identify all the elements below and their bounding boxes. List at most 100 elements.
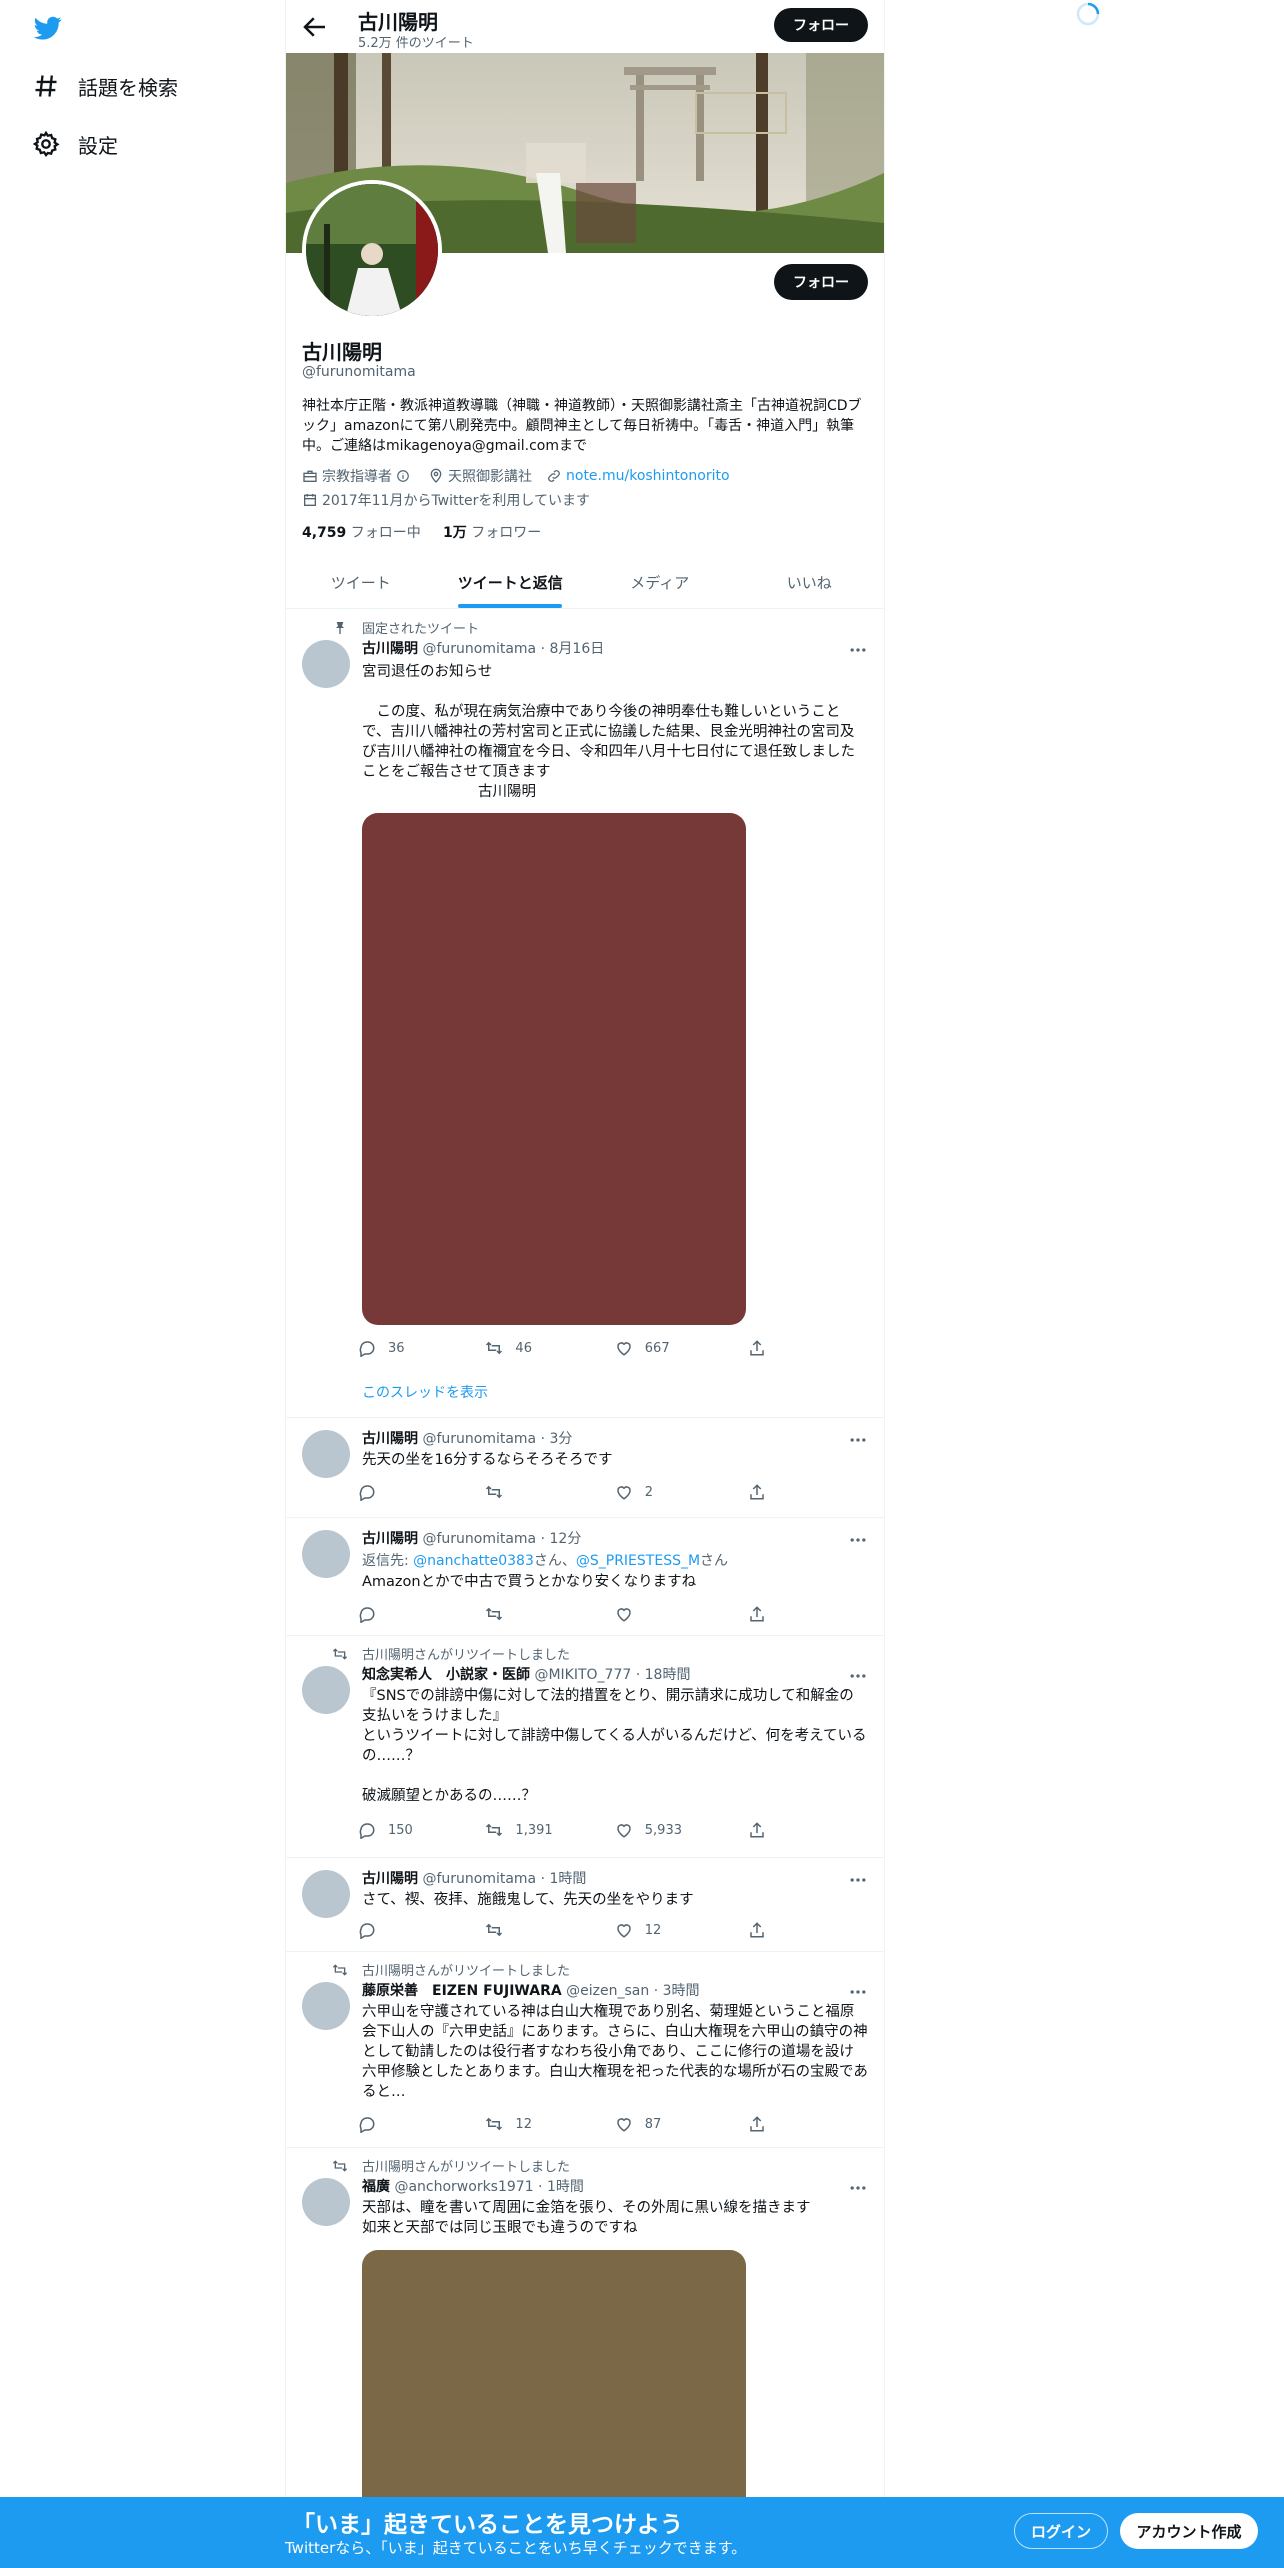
following-link[interactable]: 4,759 フォロー中 [302,525,421,541]
tweet-author-name[interactable]: 古川陽明 [362,641,418,657]
reply-button[interactable] [358,1604,485,1624]
share-icon [750,1340,764,1356]
signup-button[interactable]: アカウント作成 [1120,2513,1258,2549]
tweet-author-handle[interactable]: @anchorworks1971 [394,2179,533,2195]
tweet-context[interactable]: 古川陽明さんがリツイートしました [362,1644,570,1663]
profile-avatar[interactable] [302,180,442,320]
tweet-author-handle[interactable]: @furunomitama [422,641,536,657]
tweet-author-name[interactable]: 藤原栄善 EIZEN FUJIWARA [362,1983,562,1999]
tab-media[interactable]: メディア [585,556,735,608]
avatar[interactable] [302,1430,350,1478]
loading-spinner-icon [1076,2,1100,26]
tweet-author-name[interactable]: 福廣 [362,2179,390,2195]
profile-url[interactable]: note.mu/koshintonorito [546,468,730,484]
more-icon[interactable] [848,1870,868,1890]
tweet-context[interactable]: 古川陽明さんがリツイートしました [362,2156,570,2175]
retweet-button[interactable]: 12 [485,2114,614,2134]
reply-mention-link[interactable]: @nanchatte0383 [413,1553,534,1569]
tweet-author-name[interactable]: 古川陽明 [362,1871,418,1887]
tweet-author-handle[interactable]: @furunomitama [422,1871,536,1887]
avatar[interactable] [302,2178,350,2226]
tweet-time[interactable]: 8月16日 [550,641,605,657]
tweet-context[interactable]: 古川陽明さんがリツイートしました [362,1960,570,1979]
tweet-author-name[interactable]: 知念実希人 小説家・医師 [362,1667,530,1683]
retweet-button[interactable]: 46 [485,1338,614,1358]
signup-prompt-bar: 「いま」起きていることを見つけよう Twitterなら、「いま」起きていることを… [0,2497,1284,2568]
share-button[interactable] [748,1338,778,1358]
tab-likes[interactable]: いいね [735,556,885,608]
left-nav: 話題を検索 設定 [0,0,285,2568]
avatar[interactable] [302,1666,350,1714]
nav-explore[interactable]: 話題を検索 [32,66,178,106]
login-button[interactable]: ログイン [1014,2513,1108,2549]
tweet-time[interactable]: 3時間 [663,1983,700,1999]
back-arrow-icon[interactable] [300,12,330,42]
tweet-text: 『SNSでの誹謗中傷に対して法的措置をとり、開示請求に成功して和解金の支払いをう… [362,1688,867,1804]
like-button[interactable]: 5,933 [615,1820,748,1840]
heart-icon [617,1824,631,1838]
tweet-reply[interactable]: 古川陽明 @furunomitama · 12分 返信先: @nanchatte… [286,1518,884,1636]
nav-settings[interactable]: 設定 [32,124,118,164]
share-button[interactable] [748,2114,778,2134]
tweet-header: 知念実希人 小説家・医師 @MIKITO_777 · 18時間 [362,1667,691,1683]
reply-button[interactable] [358,1482,485,1502]
tweet-author-name[interactable]: 古川陽明 [362,1531,418,1547]
tweet-author-handle[interactable]: @furunomitama [422,1431,536,1447]
reply-button[interactable]: 150 [358,1820,485,1840]
retweet-button[interactable] [485,1920,614,1940]
reply-button[interactable]: 36 [358,1338,485,1358]
tweet-retweeted[interactable]: 古川陽明さんがリツイートしました 知念実希人 小説家・医師 @MIKITO_77… [286,1636,884,1858]
more-icon[interactable] [848,1430,868,1450]
tweet-author-handle[interactable]: @eizen_san [566,1983,649,1999]
twitter-logo-icon[interactable] [32,14,64,42]
header-follow-button[interactable]: フォロー [774,8,868,42]
heart-icon [617,2118,631,2132]
reply-mention-link[interactable]: @S_PRIESTESS_M [576,1553,700,1569]
share-button[interactable] [748,1604,778,1624]
like-button[interactable]: 87 [615,2114,748,2134]
more-icon[interactable] [848,1666,868,1686]
retweet-button[interactable] [485,1604,614,1624]
retweet-icon [486,1923,503,1937]
tweet-time[interactable]: 3分 [550,1431,573,1447]
retweet-button[interactable] [485,1482,614,1502]
like-button[interactable]: 2 [615,1482,748,1502]
avatar[interactable] [302,1870,350,1918]
tab-tweets[interactable]: ツイート [286,556,436,608]
like-button[interactable]: 667 [615,1338,748,1358]
avatar[interactable] [302,640,350,688]
tweet-time[interactable]: 12分 [550,1531,582,1547]
tweet-time[interactable]: 1時間 [550,1871,587,1887]
tweet[interactable]: 古川陽明 @furunomitama · 1時間 さて、禊、夜拝、施餓鬼して、先… [286,1858,884,1952]
avatar[interactable] [302,1982,350,2030]
tab-tweets-and-replies[interactable]: ツイートと返信 [436,556,586,608]
tweet-author-name[interactable]: 古川陽明 [362,1431,418,1447]
info-icon[interactable] [396,469,410,483]
reply-button[interactable] [358,1920,485,1940]
tweet-author-handle[interactable]: @furunomitama [422,1531,536,1547]
followers-link[interactable]: 1万 フォロワー [443,525,541,541]
share-button[interactable] [748,1920,778,1940]
tweet-author-handle[interactable]: @MIKITO_777 [534,1667,631,1683]
more-icon[interactable] [848,640,868,660]
tweet-media-image[interactable] [362,813,746,1325]
follow-button[interactable]: フォロー [774,264,868,300]
tweet-text: Amazonとかで中古で買うとかなり安くなりますね [362,1574,697,1590]
tweet-retweeted[interactable]: 古川陽明さんがリツイートしました 藤原栄善 EIZEN FUJIWARA @ei… [286,1952,884,2148]
more-icon[interactable] [848,2178,868,2198]
more-icon[interactable] [848,1530,868,1550]
tweet-time[interactable]: 1時間 [547,2179,584,2195]
retweet-button[interactable]: 1,391 [485,1820,614,1840]
tweet-time[interactable]: 18時間 [645,1667,691,1683]
like-button[interactable] [615,1604,748,1624]
like-button[interactable]: 12 [615,1920,748,1940]
tweet-pinned[interactable]: 固定されたツイート 古川陽明 @furunomitama · 8月16日 宮司退… [286,610,884,1418]
reply-button[interactable] [358,2114,485,2134]
share-button[interactable] [748,1482,778,1502]
more-icon[interactable] [848,1982,868,2002]
tweet[interactable]: 古川陽明 @furunomitama · 3分 先天の坐を16分するならそろそろ… [286,1418,884,1518]
profile-handle: @furunomitama [302,364,416,380]
share-button[interactable] [748,1820,778,1840]
avatar[interactable] [302,1530,350,1578]
show-thread-link[interactable]: このスレッドを表示 [362,1382,488,1402]
